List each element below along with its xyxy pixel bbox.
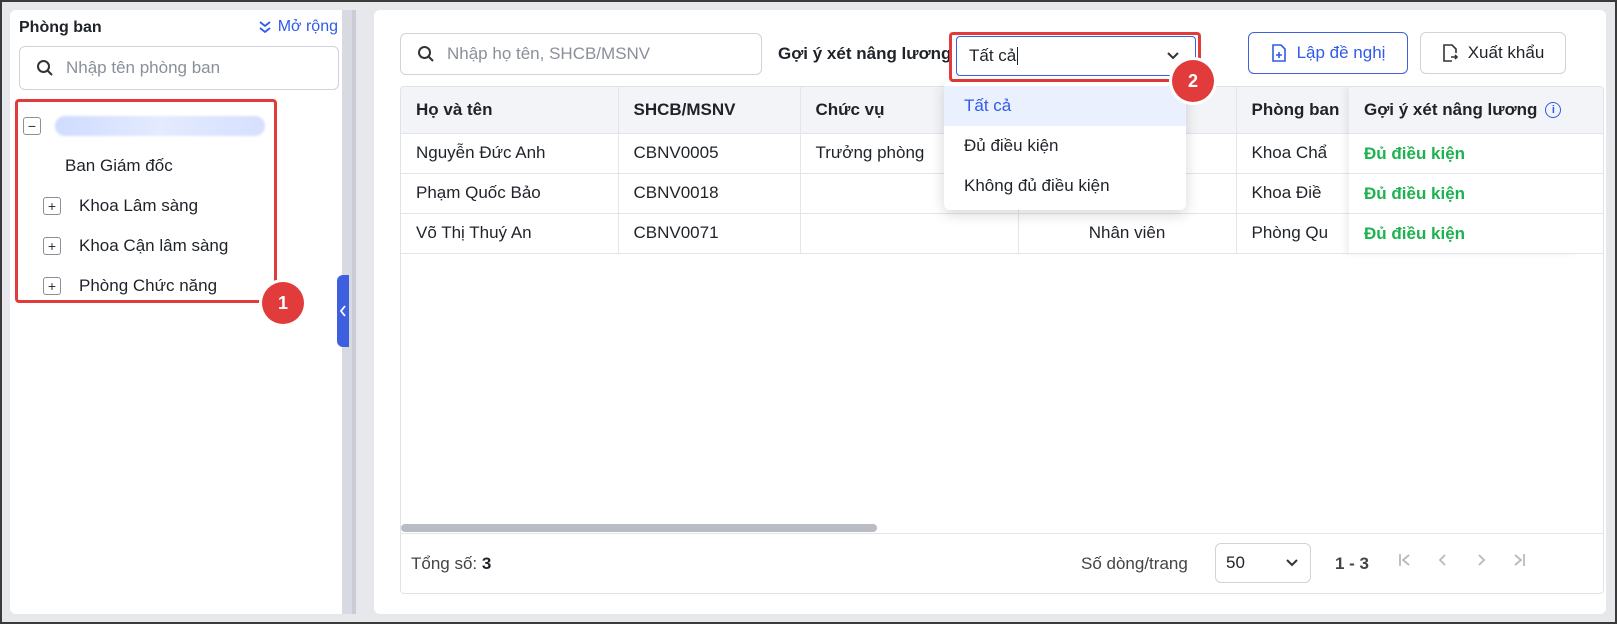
column-header-suggestion[interactable]: Gợi ý xét nâng lương i [1349, 87, 1579, 134]
create-proposal-button[interactable]: Lập đề nghị [1248, 32, 1408, 74]
cell-code: CBNV0005 [618, 133, 801, 174]
employee-search-input[interactable] [447, 44, 747, 64]
rows-per-page-label: Số dòng/trang [1081, 554, 1188, 573]
cell-code: CBNV0071 [618, 213, 801, 254]
export-label: Xuất khẩu [1467, 43, 1545, 62]
first-page-icon[interactable] [1397, 552, 1413, 568]
pinned-suggestion-column: Gợi ý xét nâng lương i Đủ điều kiện Đủ đ… [1349, 87, 1579, 254]
collapse-minus-icon[interactable]: − [23, 117, 41, 135]
total-count: Tổng số: 3 [411, 554, 491, 574]
chevron-down-icon [1286, 559, 1298, 567]
tree-item-label: Ban Giám đốc [65, 156, 173, 175]
step-badge-2: 2 [1172, 60, 1214, 102]
chevron-down-icon [1167, 52, 1179, 60]
total-value: 3 [481, 554, 492, 573]
column-header-name[interactable]: Họ và tên [401, 87, 619, 134]
scrollbar-thumb[interactable] [401, 524, 877, 532]
table-footer: Tổng số: 3 Số dòng/trang 50 1 - 3 [401, 533, 1603, 593]
rows-per-page-value: 50 [1226, 553, 1245, 572]
tree-item-ban-giam-doc[interactable]: Ban Giám đốc [23, 146, 278, 186]
cell-suggestion: Đủ điều kiện [1349, 134, 1579, 174]
expand-plus-icon[interactable]: + [43, 197, 61, 215]
step-badge-1: 1 [262, 282, 304, 324]
employee-search-field[interactable] [400, 33, 762, 75]
department-tree: − Ban Giám đốc + Khoa Lâm sàng + Khoa Cậ… [23, 106, 278, 306]
create-proposal-label: Lập đề nghị [1296, 43, 1386, 62]
collapse-panel-handle[interactable] [337, 275, 349, 347]
salary-suggestion-filter-label: Gợi ý xét nâng lương [778, 44, 952, 63]
cell-name: Võ Thị Thuý An [401, 213, 619, 254]
expand-plus-icon[interactable]: + [43, 237, 61, 255]
tree-item-khoa-lam-sang[interactable]: + Khoa Lâm sàng [23, 186, 278, 226]
export-button[interactable]: Xuất khẩu [1420, 32, 1566, 74]
info-icon[interactable]: i [1545, 102, 1562, 118]
horizontal-scrollbar[interactable] [401, 523, 1603, 533]
cell-suggestion: Đủ điều kiện [1349, 214, 1579, 254]
previous-page-icon[interactable] [1435, 552, 1451, 568]
chevron-left-icon [339, 305, 346, 317]
cell-title: Nhân viên [1018, 213, 1237, 254]
expand-all-label: Mở rộng [277, 18, 338, 35]
expand-plus-icon[interactable]: + [43, 277, 61, 295]
department-search-input[interactable] [66, 58, 316, 78]
cell-code: CBNV0018 [618, 173, 801, 214]
department-search-field[interactable] [19, 46, 339, 90]
department-panel: Phòng ban Mở rộng − Ban Giám đốc + Khoa … [10, 10, 350, 614]
search-icon [37, 60, 53, 76]
cell-position [800, 213, 1019, 254]
next-page-icon[interactable] [1473, 552, 1489, 568]
double-chevron-down-icon [259, 21, 271, 34]
last-page-icon[interactable] [1511, 552, 1527, 568]
page-range: 1 - 3 [1335, 554, 1370, 573]
tree-root-node[interactable]: − [23, 106, 278, 146]
salary-suggestion-dropdown: Tất cả Đủ điều kiện Không đủ điều kiện [944, 82, 1186, 210]
tree-item-label: Phòng Chức năng [79, 276, 218, 295]
select-value: Tất cả [969, 46, 1017, 65]
salary-suggestion-select[interactable]: Tất cả [956, 36, 1196, 76]
cell-name: Phạm Quốc Bảo [401, 173, 619, 214]
export-document-icon [1442, 44, 1458, 62]
dropdown-option-eligible[interactable]: Đủ điều kiện [944, 126, 1186, 166]
blurred-organization-name [55, 116, 265, 136]
add-document-icon [1271, 44, 1286, 62]
employee-panel: Gợi ý xét nâng lương Tất cả Lập đề nghị … [374, 10, 1606, 614]
cell-suggestion: Đủ điều kiện [1349, 174, 1579, 214]
pagination [1397, 552, 1527, 568]
cell-name: Nguyễn Đức Anh [401, 133, 619, 174]
expand-all-button[interactable]: Mở rộng [258, 18, 338, 36]
dropdown-option-all[interactable]: Tất cả [944, 86, 1186, 126]
search-icon [418, 46, 434, 62]
department-panel-title: Phòng ban [19, 19, 102, 36]
tree-item-khoa-can-lam-sang[interactable]: + Khoa Cận lâm sàng [23, 226, 278, 266]
tree-item-label: Khoa Lâm sàng [79, 196, 199, 215]
dropdown-option-not-eligible[interactable]: Không đủ điều kiện [944, 166, 1186, 206]
tree-item-label: Khoa Cận lâm sàng [79, 236, 229, 255]
splitter-divider [352, 10, 356, 614]
column-header-code[interactable]: SHCB/MSNV [618, 87, 801, 134]
rows-per-page-select[interactable]: 50 [1215, 543, 1311, 583]
total-label: Tổng số: [411, 554, 478, 573]
tree-item-phong-chuc-nang[interactable]: + Phòng Chức năng [23, 266, 278, 306]
column-header-suggestion-label: Gợi ý xét nâng lương [1364, 100, 1538, 119]
